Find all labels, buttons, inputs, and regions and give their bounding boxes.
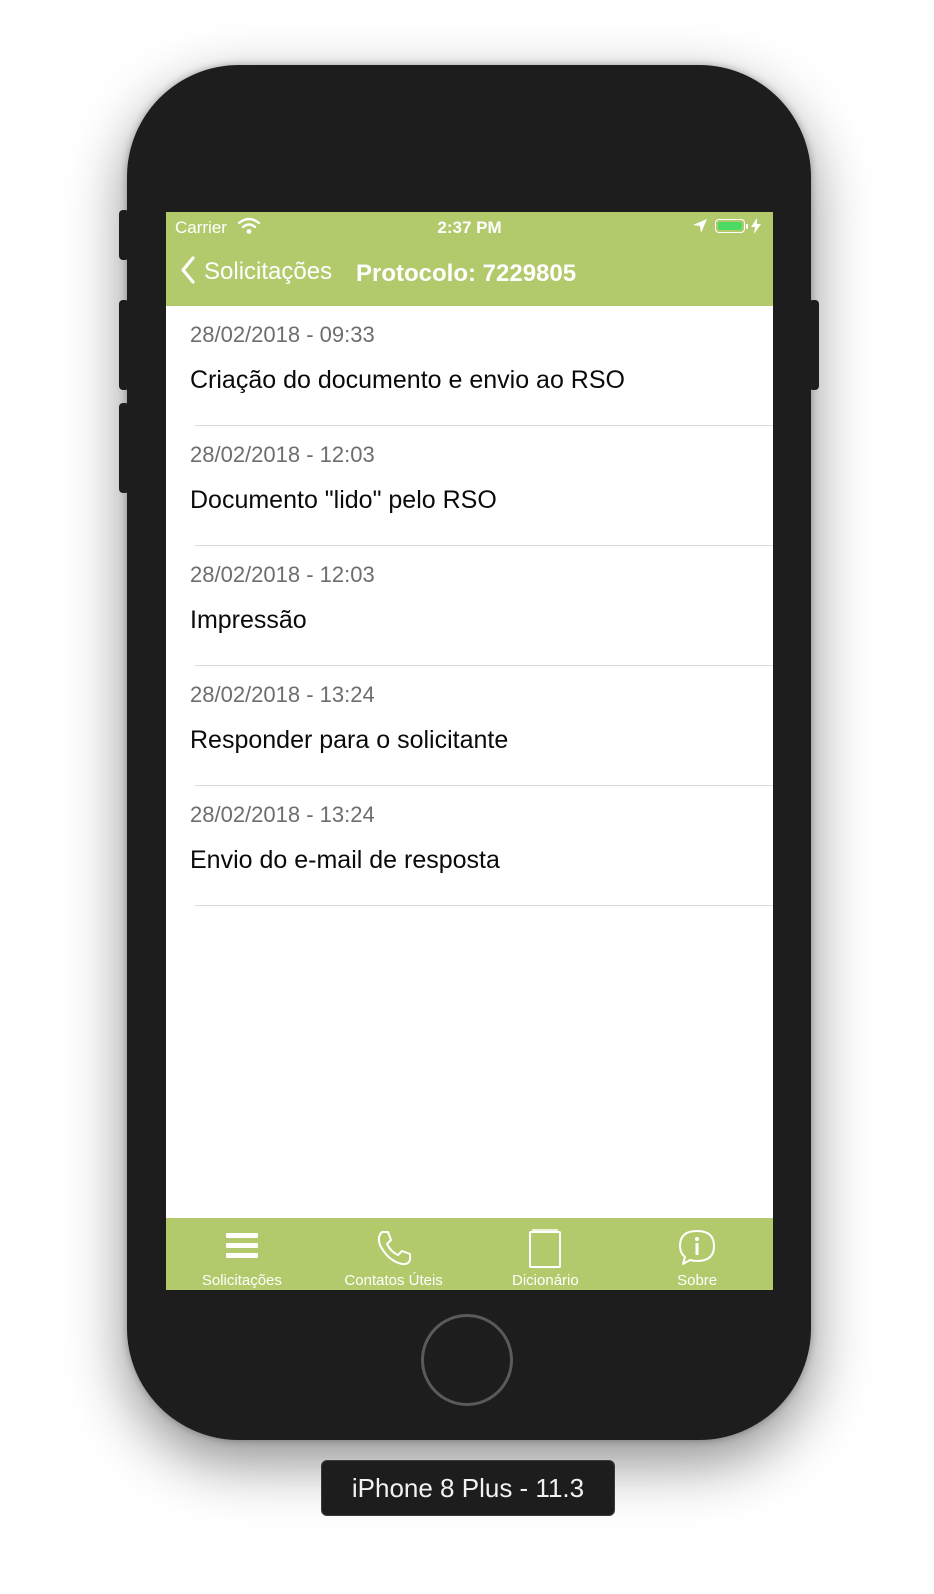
row-divider xyxy=(195,905,773,906)
device-label: iPhone 8 Plus - 11.3 xyxy=(321,1460,615,1516)
battery-icon xyxy=(715,219,745,233)
tab-label: Solicitações xyxy=(201,1272,282,1289)
chevron-left-icon xyxy=(180,255,196,290)
location-arrow-icon xyxy=(692,218,708,239)
page-title: Protocolo: 7229805 xyxy=(356,260,577,287)
tab-label: Contatos Úteis xyxy=(344,1272,443,1289)
back-button[interactable]: Solicitações xyxy=(180,255,333,290)
tab-dicionario[interactable]: Dicionário xyxy=(470,1218,622,1290)
item-title: Responder para o solicitante xyxy=(190,726,509,754)
app-screen: Carrier 2:37 PM Solicitações Protocolo: … xyxy=(166,212,773,1290)
item-date: 28/02/2018 - 13:24 xyxy=(190,802,375,827)
book-icon xyxy=(470,1228,622,1268)
list-item[interactable]: 28/02/2018 - 13:24 Envio do e-mail de re… xyxy=(166,786,773,906)
phone-icon xyxy=(318,1228,470,1268)
tab-contatos-uteis[interactable]: Contatos Úteis xyxy=(318,1218,470,1290)
tab-label: Dicionário xyxy=(512,1272,579,1289)
item-date: 28/02/2018 - 13:24 xyxy=(190,682,375,707)
tab-sobre[interactable]: Sobre xyxy=(621,1218,773,1290)
status-time: 2:37 PM xyxy=(437,218,502,237)
home-button[interactable] xyxy=(421,1314,513,1406)
volume-up-button xyxy=(119,300,129,390)
item-title: Impressão xyxy=(190,606,307,634)
navigation-bar: Solicitações Protocolo: 7229805 xyxy=(166,242,773,306)
power-button xyxy=(809,300,819,390)
charging-bolt-icon xyxy=(751,218,761,239)
item-title: Envio do e-mail de resposta xyxy=(190,846,500,874)
info-chat-icon xyxy=(621,1228,773,1268)
tab-label: Sobre xyxy=(677,1272,718,1289)
back-button-label: Solicitações xyxy=(204,258,333,285)
item-title: Criação do documento e envio ao RSO xyxy=(190,366,625,394)
status-bar: Carrier 2:37 PM xyxy=(166,212,773,242)
tab-bar: Solicitações Contatos Úteis Dicionário S… xyxy=(166,1218,773,1290)
list-item[interactable]: 28/02/2018 - 09:33 Criação do documento … xyxy=(166,306,773,426)
timeline-list: 28/02/2018 - 09:33 Criação do documento … xyxy=(166,306,773,906)
item-date: 28/02/2018 - 12:03 xyxy=(190,442,375,467)
list-item[interactable]: 28/02/2018 - 12:03 Documento "lido" pelo… xyxy=(166,426,773,546)
tab-solicitacoes[interactable]: Solicitações xyxy=(166,1218,318,1290)
list-item[interactable]: 28/02/2018 - 12:03 Impressão xyxy=(166,546,773,666)
battery-tip xyxy=(746,224,748,229)
mute-switch xyxy=(119,210,129,260)
item-title: Documento "lido" pelo RSO xyxy=(190,486,497,514)
list-item[interactable]: 28/02/2018 - 13:24 Responder para o soli… xyxy=(166,666,773,786)
volume-down-button xyxy=(119,403,129,493)
list-icon xyxy=(166,1228,318,1268)
item-date: 28/02/2018 - 09:33 xyxy=(190,322,375,347)
item-date: 28/02/2018 - 12:03 xyxy=(190,562,375,587)
